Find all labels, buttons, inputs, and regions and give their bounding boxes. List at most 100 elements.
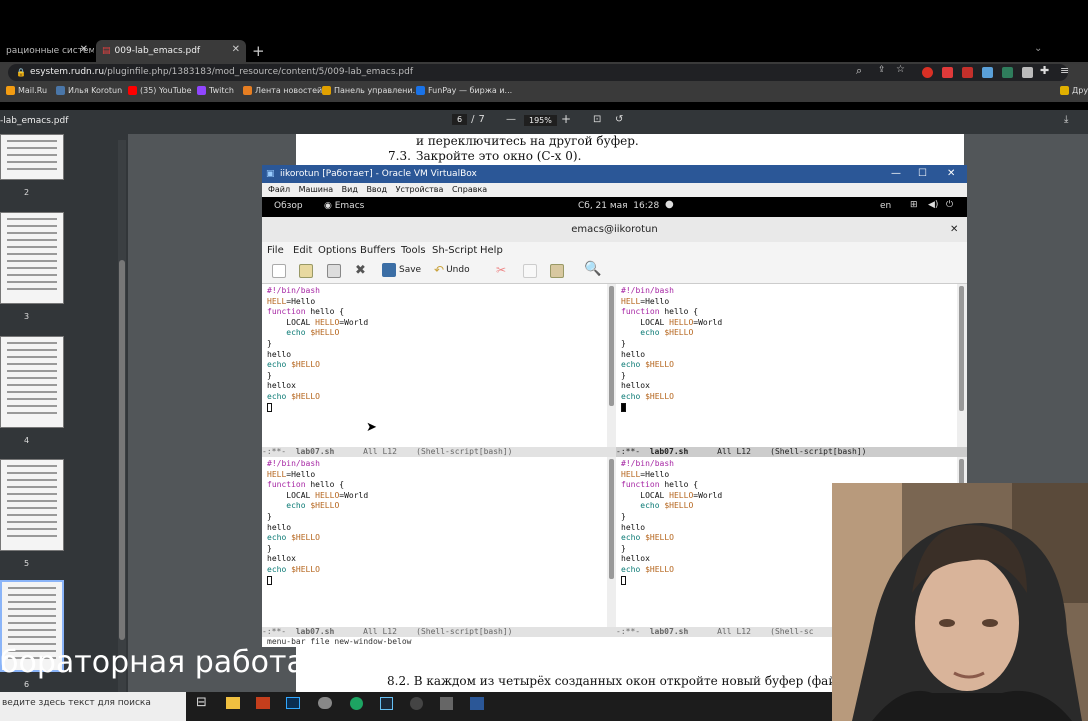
pane-scrollbar[interactable] [957, 284, 967, 447]
undo-button[interactable]: ↶ Undo [434, 263, 470, 277]
bookmark-item[interactable]: Панель управлени... [322, 86, 420, 95]
puzzle-icon[interactable]: ✚ [1040, 64, 1049, 77]
extension-abp-icon[interactable] [942, 67, 953, 78]
bookmark-item[interactable]: FunPay — биржа и... [416, 86, 512, 95]
lock-icon[interactable]: 🔒 [16, 64, 26, 81]
menu-help[interactable]: Help [480, 245, 503, 256]
code-token: function [621, 480, 665, 490]
code-line: #!/bin/bash [621, 286, 957, 297]
close-icon[interactable]: ✕ [232, 44, 240, 55]
search-icon[interactable]: 🔍 [584, 261, 601, 277]
code-token: $HELLO [645, 564, 674, 574]
cut-icon[interactable]: ✂ [496, 263, 506, 277]
steam-icon[interactable] [380, 697, 393, 710]
task-view-icon[interactable]: ⊟ [196, 695, 207, 710]
fit-page-icon[interactable]: ⊡ [593, 114, 601, 125]
code-line: hello [267, 523, 607, 534]
power-icon[interactable]: ⏻ [946, 200, 953, 210]
zoom-level[interactable]: 195% [524, 115, 557, 126]
open-folder-icon[interactable] [299, 264, 313, 278]
menu-buffers[interactable]: Buffers [360, 245, 396, 256]
paste-icon[interactable] [550, 264, 564, 278]
code-line: function hello { [621, 307, 957, 318]
pdf-text: 8.2. В каждом из четырёх созданных окон … [387, 674, 861, 688]
tab-search-icon[interactable]: ⌄ [1034, 43, 1042, 54]
share-icon[interactable]: ⇪ [878, 65, 886, 75]
bookmark-item[interactable]: Илья Korotun [56, 86, 122, 95]
emacs-icon: ◉ [324, 201, 335, 211]
vm-menu-item[interactable]: Устройства [396, 185, 444, 194]
code-line: #!/bin/bash [621, 459, 957, 470]
browser-tab-active[interactable]: ▤ 009-lab_emacs.pdf ✕ [96, 40, 246, 62]
dired-icon[interactable] [327, 264, 341, 278]
reading-list-icon[interactable]: ≡ [1060, 64, 1069, 77]
vm-menu-item[interactable]: Справка [452, 185, 487, 194]
app-icon[interactable] [440, 697, 453, 710]
taskbar-search-box[interactable]: ведите здесь текст для поиска [0, 692, 186, 721]
vm-menu-item[interactable]: Файл [268, 185, 290, 194]
sidebar-scrollbar[interactable] [118, 140, 126, 700]
rotate-icon[interactable]: ↺ [615, 114, 623, 125]
minimize-icon[interactable]: — [891, 165, 901, 183]
menu-options[interactable]: Options [318, 245, 357, 256]
vm-menu-item[interactable]: Вид [342, 185, 358, 194]
vm-menu-item[interactable]: Ввод [366, 185, 387, 194]
bookmark-star-icon[interactable]: ☆ [896, 64, 905, 75]
vm-menu-item[interactable]: Машина [299, 185, 333, 194]
close-icon[interactable]: ✕ [80, 44, 88, 55]
extension-image-icon[interactable] [982, 67, 993, 78]
maximize-icon[interactable]: ☐ [918, 165, 927, 183]
clock[interactable]: Сб, 21 мая 16:28 [578, 201, 659, 211]
powerpoint-icon[interactable] [256, 697, 270, 709]
input-language[interactable]: en [880, 201, 891, 211]
new-file-icon[interactable] [272, 264, 286, 278]
download-icon[interactable]: ⤓ [1064, 114, 1068, 125]
app-menu[interactable]: ◉ Emacs [324, 201, 364, 211]
page-thumbnail[interactable] [0, 134, 64, 180]
volume-icon[interactable]: ◀) [928, 200, 938, 210]
zoom-in-button[interactable]: + [561, 112, 571, 126]
text-cursor [267, 575, 272, 585]
network-icon[interactable]: ⊞ [910, 200, 918, 210]
bookmark-item[interactable]: Лента новостей [243, 86, 322, 95]
new-tab-icon[interactable]: + [252, 42, 265, 60]
bookmark-item[interactable]: Дру [1060, 86, 1088, 95]
menu-tools[interactable]: Tools [401, 245, 426, 256]
page-input[interactable]: 6 [452, 114, 468, 125]
menu-edit[interactable]: Edit [293, 245, 312, 256]
extension-vpn-icon[interactable] [1002, 67, 1013, 78]
virtualbox-taskbar-icon[interactable] [470, 697, 484, 710]
obs-icon[interactable] [410, 697, 423, 710]
menu-file[interactable]: File [267, 245, 284, 256]
bookmark-item[interactable]: Twitch [197, 86, 234, 95]
address-bar-row: 🔒 esystem.rudn.ru/pluginfile.php/1383183… [0, 62, 1088, 83]
extension-pdf-icon[interactable] [962, 67, 973, 78]
extension-opera-icon[interactable] [922, 67, 933, 78]
close-icon[interactable]: ✕ [947, 165, 955, 183]
page-thumbnail[interactable] [0, 336, 64, 428]
copy-icon[interactable] [523, 264, 537, 278]
browser-tab[interactable]: рационные системы | ✕ [0, 40, 94, 62]
menu-sh-script[interactable]: Sh-Script [432, 245, 477, 256]
close-buffer-icon[interactable]: ✖ [355, 263, 366, 278]
close-icon[interactable]: ✕ [950, 217, 958, 242]
emacs-titlebar: emacs@iikorotun ✕ [262, 217, 967, 242]
app-icon[interactable] [318, 697, 332, 709]
webcam-image [832, 483, 1088, 721]
bookmark-item[interactable]: (35) YouTube [128, 86, 192, 95]
photoshop-icon[interactable] [286, 697, 300, 709]
address-bar[interactable]: 🔒 esystem.rudn.ru/pluginfile.php/1383183… [8, 64, 1068, 81]
editor-pane-top-left[interactable]: #!/bin/bash HELL=Hello function hello { LO… [262, 284, 607, 447]
activities-button[interactable]: Обзор [274, 201, 303, 211]
page-thumbnail[interactable] [0, 212, 64, 304]
zoom-out-button[interactable]: — [506, 114, 516, 125]
extension-icon[interactable] [1022, 67, 1033, 78]
bookmark-item[interactable]: Mail.Ru [6, 86, 47, 95]
save-button[interactable]: Save [382, 263, 421, 277]
explorer-icon[interactable] [226, 697, 240, 709]
editor-pane-top-right[interactable]: #!/bin/bash HELL=Hello function hello { LO… [616, 284, 957, 447]
zoom-icon[interactable]: ⌕ [856, 64, 862, 78]
page-thumbnail[interactable] [0, 459, 64, 551]
chrome-icon[interactable] [350, 697, 363, 710]
editor-pane-bottom-left[interactable]: #!/bin/bash HELL=Hello function hello { LO… [262, 457, 607, 627]
